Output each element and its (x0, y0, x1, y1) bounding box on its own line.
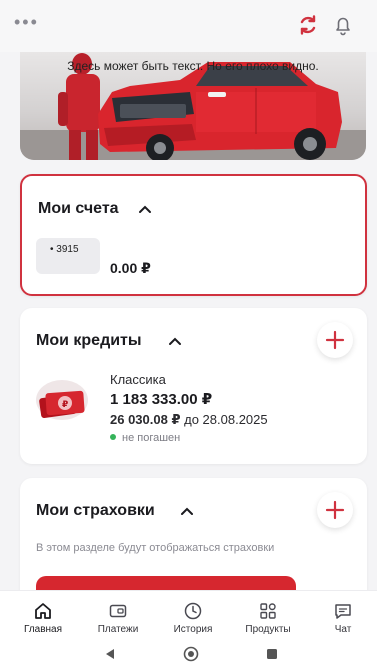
accounts-card[interactable]: Мои счета • 3915 0.00 ₽ (20, 174, 367, 296)
payment-amount: 26 030.08 ₽ (110, 412, 181, 427)
status-dot-icon (110, 434, 116, 440)
tab-home-label: Главная (23, 624, 63, 635)
credits-card[interactable]: Мои кредиты ₽ Классика 1 183 333.00 ₽ 26… (20, 308, 367, 464)
insurance-card[interactable]: Мои страховки В этом разделе будут отобр… (20, 478, 367, 608)
account-number: • 3915 (50, 244, 79, 255)
chevron-up-icon[interactable] (180, 506, 194, 516)
credit-status-text: не погашен (122, 432, 181, 444)
tab-payments-label: Платежи (97, 624, 139, 635)
dots-icon[interactable]: ••• (14, 12, 39, 33)
tab-products[interactable]: Продукты (233, 591, 303, 639)
insurance-hint: В этом разделе будут отображаться страхо… (36, 542, 275, 554)
plus-icon (325, 500, 345, 520)
refresh-icon[interactable] (297, 14, 319, 36)
tab-chat-label: Чат (334, 624, 352, 635)
account-card-thumbnail[interactable]: • 3915 (36, 238, 100, 274)
system-navigation-bar (0, 638, 377, 670)
back-icon[interactable] (104, 648, 116, 660)
home-circle-icon[interactable] (183, 646, 199, 662)
accounts-title: Мои счета (38, 200, 119, 217)
banner-text: Здесь может быть текст. Но его плохо вид… (67, 59, 319, 73)
credit-status: не погашен (110, 432, 180, 444)
grid-icon (260, 603, 276, 619)
payment-date: до 28.08.2025 (184, 412, 268, 427)
clock-icon (184, 602, 202, 620)
add-insurance-button[interactable] (317, 492, 353, 528)
svg-text:₽: ₽ (62, 400, 68, 410)
insurance-title: Мои страховки (36, 502, 155, 519)
recents-icon[interactable] (266, 648, 278, 660)
tab-history-label: История (173, 624, 213, 635)
account-balance: 0.00 ₽ (110, 260, 151, 276)
money-icon: ₽ (36, 380, 88, 420)
chevron-up-icon[interactable] (138, 204, 152, 214)
tab-home[interactable]: Главная (8, 591, 78, 639)
bottom-tab-bar: Главная Платежи История Продукты Чат (0, 590, 377, 638)
promo-banner[interactable]: Здесь может быть текст. Но его плохо вид… (20, 52, 366, 160)
credit-amount: 1 183 333.00 ₽ (110, 391, 213, 408)
tab-history[interactable]: История (158, 591, 228, 639)
credit-next-payment: 26 030.08 ₽ до 28.08.2025 (110, 412, 268, 428)
chat-icon (335, 604, 351, 619)
credits-title: Мои кредиты (36, 332, 142, 349)
top-bar: ••• (0, 0, 377, 52)
tab-chat[interactable]: Чат (308, 591, 377, 639)
credit-name: Классика (110, 372, 166, 387)
plus-icon (325, 330, 345, 350)
chevron-up-icon[interactable] (168, 336, 182, 346)
wallet-icon (109, 604, 127, 618)
tab-payments[interactable]: Платежи (83, 591, 153, 639)
bell-icon[interactable] (332, 14, 354, 36)
add-credit-button[interactable] (317, 322, 353, 358)
home-icon (35, 603, 51, 619)
tab-products-label: Продукты (245, 624, 291, 635)
